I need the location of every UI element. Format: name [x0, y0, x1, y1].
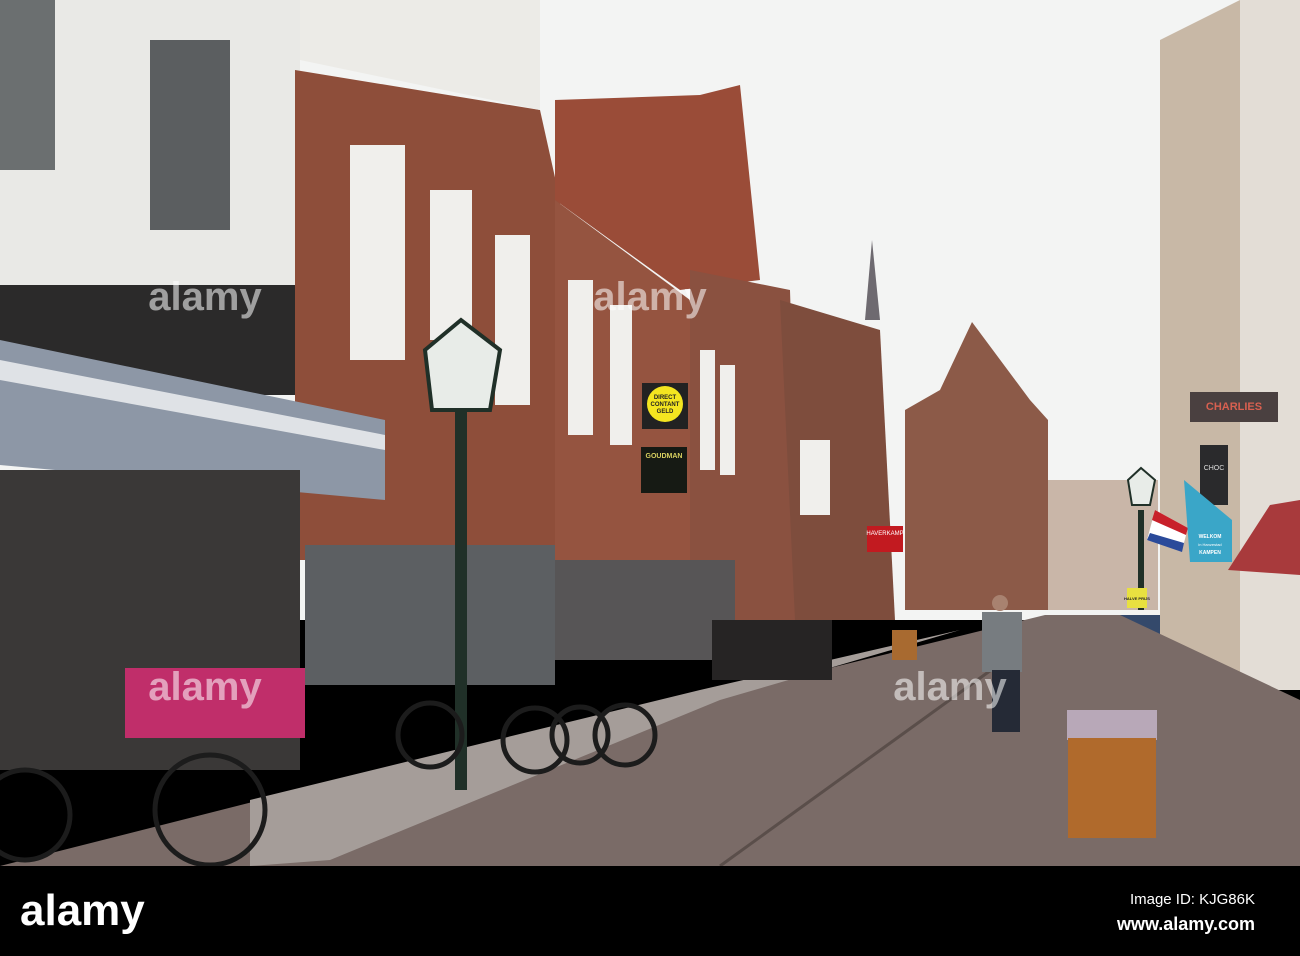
haverkamp-sign: HAVERKAMP	[866, 526, 904, 552]
watermark: alamy	[593, 275, 707, 319]
street-scene: DIRECT CONTANT GELD GOUDMAN HAVERKAMP CH…	[0, 0, 1300, 956]
alamy-url: www.alamy.com	[1116, 914, 1255, 934]
shop-window	[305, 545, 555, 685]
watermark: alamy	[893, 665, 1007, 709]
street-photo: DIRECT CONTANT GELD GOUDMAN HAVERKAMP CH…	[0, 0, 1300, 956]
goudman-sign: GOUDMAN	[641, 447, 687, 493]
flag-text: WELKOM	[1199, 534, 1222, 540]
sign-text: HAVERKAMP	[866, 531, 903, 537]
sign-text: CHARLIES	[1206, 401, 1262, 413]
image-id: Image ID: KJG86K	[1130, 891, 1255, 908]
watermark: alamy	[148, 665, 262, 709]
right-buildings-shade	[1240, 0, 1300, 690]
shop-window	[555, 560, 735, 660]
scooters	[712, 620, 832, 680]
window	[150, 40, 230, 230]
sign-text: GELD	[657, 409, 674, 415]
charlies-sign: CHARLIES	[1190, 392, 1278, 422]
flag-text: in Hanzestad	[1198, 542, 1221, 547]
brick-building	[780, 300, 895, 620]
wooden-planter	[1067, 710, 1157, 838]
window	[0, 0, 55, 170]
choc-sign: CHOC	[1200, 445, 1228, 505]
sign-text: HALVE PRIJS	[1124, 596, 1150, 601]
sign-text: GOUDMAN	[646, 453, 683, 460]
watermark: alamy	[148, 275, 262, 319]
halve-prijs-sign: HALVE PRIJS	[1124, 588, 1150, 608]
sign-text: CHOC	[1204, 465, 1225, 472]
sign-text: CONTANT	[651, 402, 680, 408]
footer-bar	[0, 866, 1300, 956]
flag-text: KAMPEN	[1199, 550, 1221, 556]
sign-text: DIRECT	[654, 395, 677, 401]
direct-contant-geld-sign: DIRECT CONTANT GELD	[642, 383, 688, 429]
alamy-logo: alamy	[20, 886, 145, 935]
planter	[892, 630, 917, 660]
